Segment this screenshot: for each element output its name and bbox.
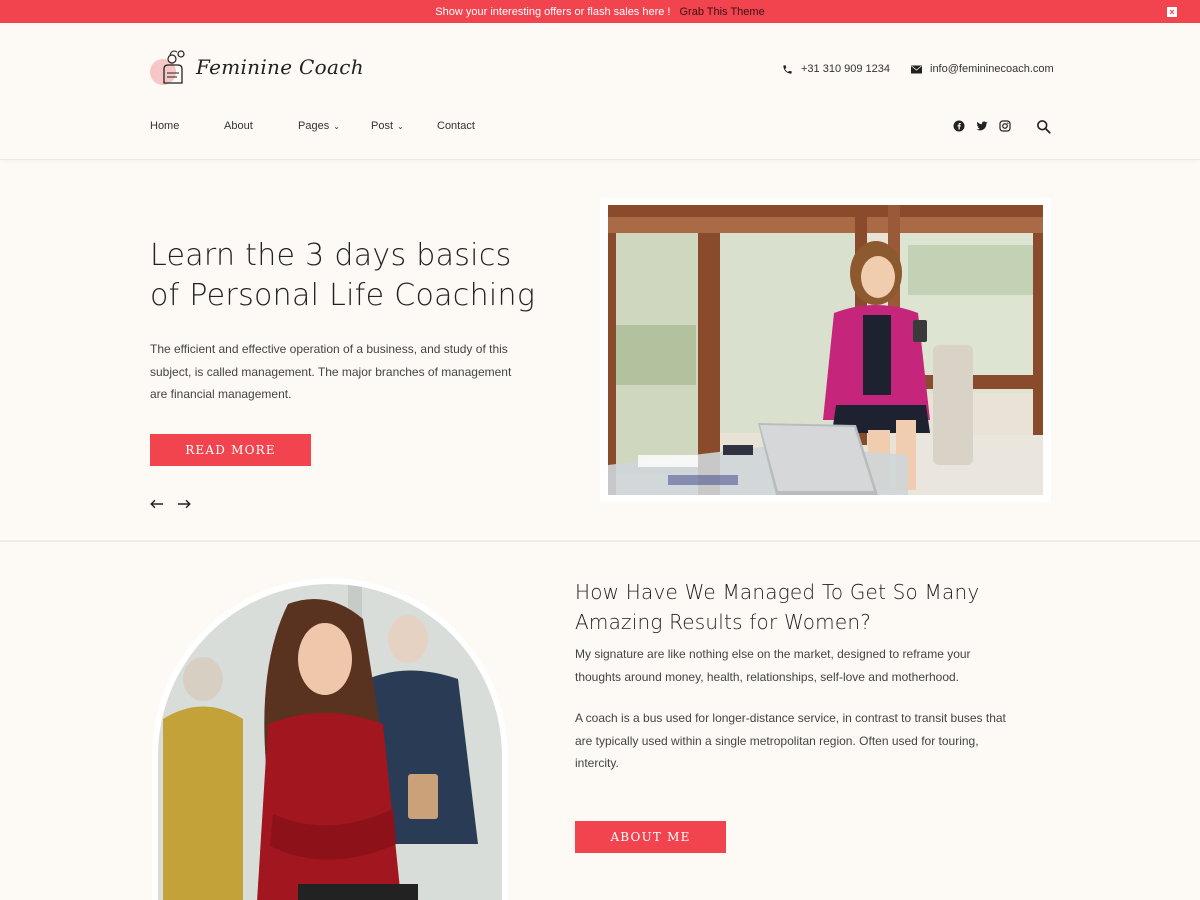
promo-text: Show your interesting offers or flash sa…: [435, 5, 671, 18]
nav-post[interactable]: Post ⌄: [371, 120, 437, 132]
search-icon[interactable]: [1036, 119, 1051, 134]
phone-icon: [783, 64, 792, 74]
main-nav: Home About Pages ⌄ Post ⌄ Contact: [150, 120, 475, 132]
hero-description: The efficient and effective operation of…: [150, 342, 512, 401]
facebook-icon[interactable]: [953, 120, 965, 132]
promo-bar: Show your interesting offers or flash sa…: [0, 0, 1200, 23]
nav-home[interactable]: Home: [150, 120, 224, 132]
close-promo-button[interactable]: ×: [1167, 7, 1177, 17]
site-logo[interactable]: Feminine Coach: [150, 47, 364, 87]
about-image-frame: [152, 578, 508, 900]
twitter-icon[interactable]: [976, 120, 988, 132]
hero-image-frame: [600, 198, 1051, 502]
slider-arrows: [150, 499, 204, 509]
phone-number: +31 310 909 1234: [801, 63, 891, 75]
hero-photo-woman-with-laptop: [608, 205, 1043, 495]
nav-about[interactable]: About: [224, 120, 298, 132]
mail-icon: [911, 65, 922, 73]
arrow-right-icon[interactable]: [177, 499, 191, 509]
chevron-down-icon: ⌄: [397, 121, 404, 131]
nav-contact[interactable]: Contact: [437, 120, 475, 132]
section-divider: [0, 540, 1200, 542]
about-photo-smiling-woman: [158, 584, 502, 900]
read-more-button[interactable]: READ MORE: [150, 434, 311, 466]
logo-text: Feminine Coach: [196, 55, 364, 79]
hero-title-line-2: of Personal Life Coaching: [150, 278, 536, 313]
about-title: How Have We Managed To Get So Many Amazi…: [575, 577, 1005, 637]
about-paragraph-1: My signature are like nothing else on th…: [575, 647, 971, 684]
email-address: info@femininecoach.com: [930, 63, 1054, 75]
arrow-left-icon[interactable]: [150, 499, 164, 509]
about-title-line-2: Amazing Results for Women?: [575, 610, 872, 634]
site-header: Feminine Coach +31 310 909 1234 info@fem…: [0, 23, 1200, 160]
chevron-down-icon: ⌄: [333, 121, 340, 131]
logo-icon: [150, 47, 192, 87]
hero-title-line-1: Learn the 3 days basics: [150, 238, 512, 273]
nav-pages[interactable]: Pages ⌄: [298, 120, 371, 132]
grab-theme-link[interactable]: Grab This Theme: [680, 6, 765, 18]
about-paragraph-2: A coach is a bus used for longer-distanc…: [575, 711, 1006, 770]
header-email[interactable]: info@femininecoach.com: [911, 63, 1054, 75]
instagram-icon[interactable]: [999, 120, 1011, 132]
social-links: [953, 120, 1022, 132]
header-phone[interactable]: +31 310 909 1234: [782, 63, 890, 75]
about-me-button[interactable]: ABOUT ME: [575, 821, 726, 853]
about-title-line-1: How Have We Managed To Get So Many: [575, 580, 980, 604]
hero-title: Learn the 3 days basics of Personal Life…: [150, 236, 570, 316]
